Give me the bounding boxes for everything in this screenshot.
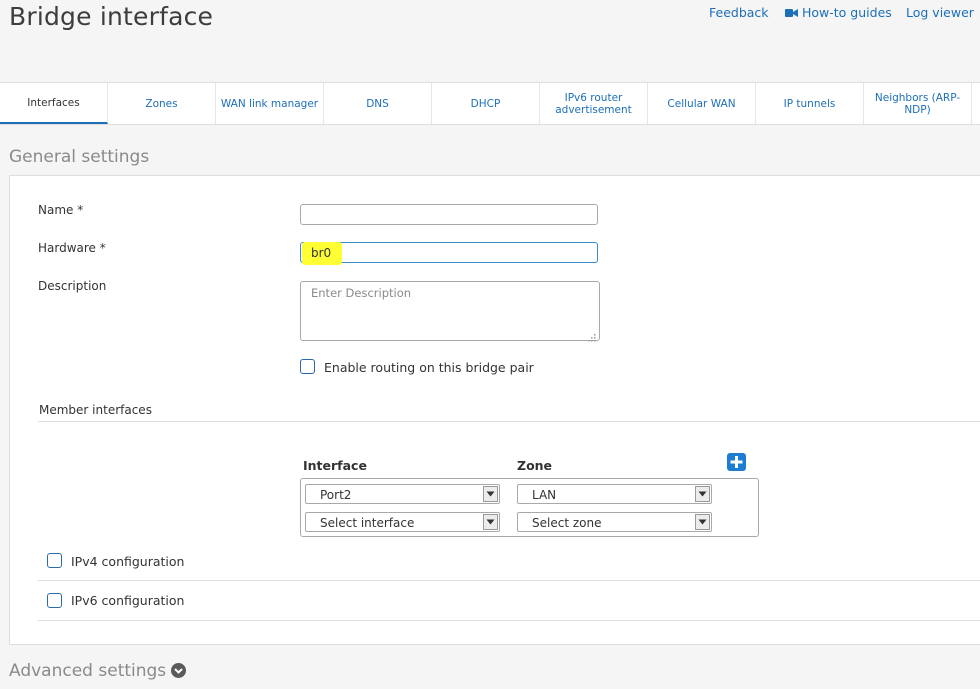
advanced-settings-toggle[interactable]: Advanced settings — [9, 661, 187, 683]
tab-dns[interactable]: DNS — [324, 83, 432, 124]
zone-select-2[interactable]: Select zone — [517, 512, 712, 532]
tab-zones[interactable]: Zones — [108, 83, 216, 124]
hardware-label: Hardware * — [38, 241, 106, 255]
interface-select-1[interactable]: Port2 — [305, 484, 500, 504]
tab-ip-tunnels[interactable]: IP tunnels — [756, 83, 864, 124]
routing-checkbox[interactable] — [300, 359, 315, 374]
tab-bar: Interfaces Zones WAN link manager DNS DH… — [0, 82, 980, 125]
description-placeholder: Enter Description — [311, 286, 412, 300]
ipv6-label: IPv6 configuration — [71, 593, 185, 608]
ipv4-checkbox[interactable] — [47, 553, 62, 568]
tab-interfaces[interactable]: Interfaces — [0, 83, 108, 124]
interface-select-1-value: Port2 — [320, 488, 352, 502]
tab-dhcp[interactable]: DHCP — [432, 83, 540, 124]
how-to-guides-link[interactable]: How-to guides — [785, 5, 892, 21]
how-to-guides-label: How-to guides — [802, 5, 892, 20]
member-interfaces-title: Member interfaces — [39, 403, 152, 417]
zone-column-header: Zone — [517, 458, 553, 473]
resize-grip-icon[interactable] — [587, 328, 597, 342]
description-label: Description — [38, 279, 107, 293]
tab-ipv6-router-advertisement[interactable]: IPv6 router advertisement — [540, 83, 648, 124]
chevron-down-icon — [483, 514, 498, 530]
name-input[interactable] — [300, 204, 598, 225]
page-title: Bridge interface — [9, 2, 214, 31]
interface-select-2-value: Select interface — [320, 516, 415, 530]
ipv6-divider — [38, 620, 980, 621]
ipv6-checkbox[interactable] — [47, 593, 62, 608]
chevron-down-icon — [695, 486, 710, 502]
name-label: Name * — [38, 203, 84, 217]
chevron-down-icon — [695, 514, 710, 530]
chevron-down-circle-icon — [171, 663, 187, 683]
zone-select-2-value: Select zone — [532, 516, 602, 530]
member-divider — [38, 421, 980, 422]
video-camera-icon — [785, 6, 798, 21]
routing-label: Enable routing on this bridge pair — [324, 360, 534, 375]
hardware-input[interactable] — [300, 242, 598, 263]
hardware-value: br0 — [311, 246, 332, 260]
interface-column-header: Interface — [303, 458, 367, 473]
zone-select-1-value: LAN — [532, 488, 557, 502]
chevron-down-icon — [483, 486, 498, 502]
feedback-link[interactable]: Feedback — [709, 5, 769, 20]
tab-neighbors[interactable]: Neighbors (ARP-NDP) — [864, 83, 972, 124]
general-settings-title: General settings — [9, 147, 150, 167]
advanced-settings-title: Advanced settings — [9, 661, 167, 681]
zone-select-1[interactable]: LAN — [517, 484, 712, 504]
tab-wan-link-manager[interactable]: WAN link manager — [216, 83, 324, 124]
add-member-button[interactable] — [727, 453, 746, 471]
ipv4-divider — [38, 580, 980, 581]
ipv4-label: IPv4 configuration — [71, 554, 185, 569]
log-viewer-link[interactable]: Log viewer — [906, 5, 974, 20]
tab-cellular-wan[interactable]: Cellular WAN — [648, 83, 756, 124]
interface-select-2[interactable]: Select interface — [305, 512, 500, 532]
